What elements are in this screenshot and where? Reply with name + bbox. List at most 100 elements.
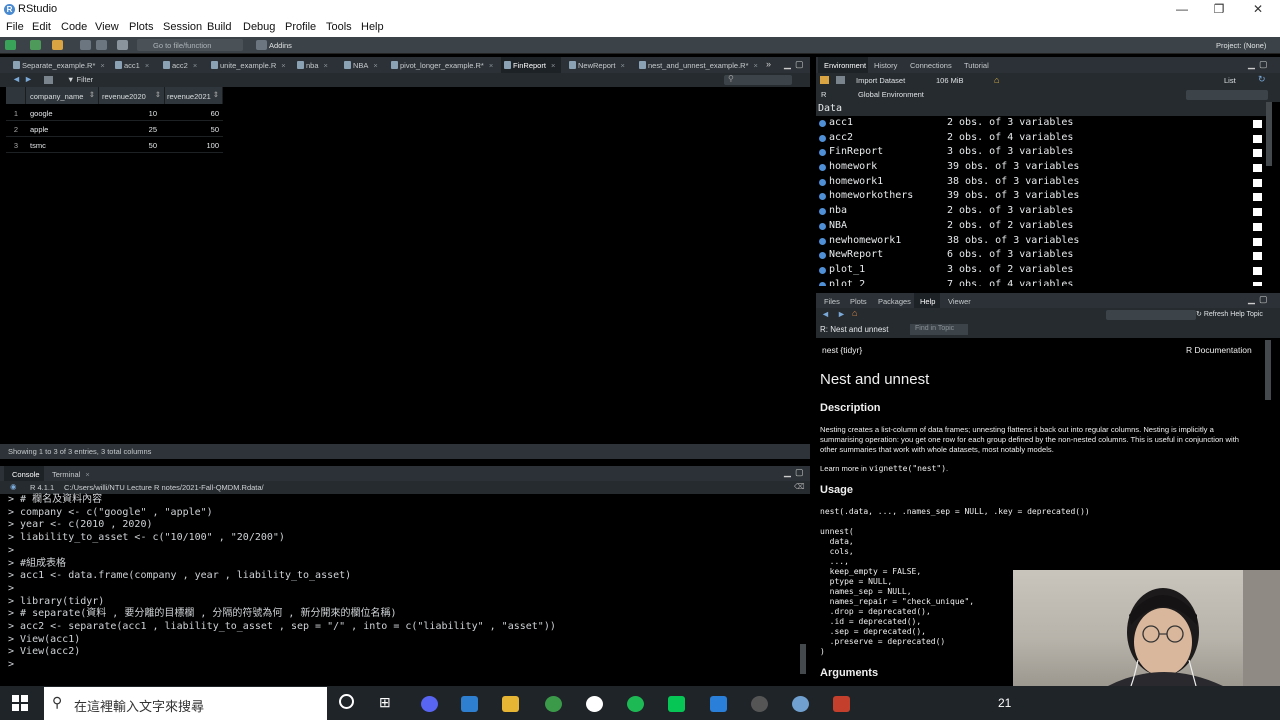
- forward-arrow-icon[interactable]: ►: [837, 309, 846, 319]
- close-tab-icon[interactable]: ×: [551, 61, 555, 70]
- env-scrollbar[interactable]: [1266, 102, 1272, 166]
- minimize-pane-icon[interactable]: ▁: [1248, 294, 1255, 305]
- steam-icon[interactable]: [751, 696, 768, 712]
- goto-file-input[interactable]: Go to file/function: [137, 39, 243, 51]
- view-data-icon[interactable]: [1253, 193, 1262, 202]
- cortana-icon[interactable]: [339, 694, 354, 709]
- maximize-pane-icon[interactable]: ▢: [795, 59, 804, 70]
- view-data-icon[interactable]: [1253, 208, 1262, 217]
- view-data-icon[interactable]: [1253, 222, 1262, 231]
- close-tab-icon[interactable]: ×: [621, 61, 625, 70]
- environment-scope-select[interactable]: Global Environment: [858, 90, 924, 99]
- close-tab-icon[interactable]: ×: [281, 61, 285, 70]
- tab-unite-example[interactable]: unite_example.R ×: [208, 57, 286, 73]
- list-item[interactable]: NBA 2 obs. of 2 variables: [816, 219, 1266, 234]
- tab-nba-lower[interactable]: nba ×: [294, 57, 328, 73]
- workspace-panes-icon[interactable]: [256, 40, 267, 50]
- save-icon[interactable]: [80, 40, 91, 50]
- tab-packages[interactable]: Packages: [872, 293, 911, 309]
- menu-code[interactable]: Code: [61, 21, 87, 33]
- view-data-icon[interactable]: [1253, 164, 1262, 173]
- help-scrollbar[interactable]: [1265, 340, 1271, 400]
- column-header-company-name[interactable]: company_name ⇕: [26, 87, 99, 104]
- menu-view[interactable]: View: [95, 21, 119, 33]
- list-item[interactable]: homework1 38 obs. of 3 variables: [816, 175, 1266, 190]
- tab-tutorial[interactable]: Tutorial: [958, 57, 989, 73]
- tab-nest-unnest-example[interactable]: nest_and_unnest_example.R* ×: [636, 57, 758, 73]
- tab-console[interactable]: Console: [4, 466, 44, 482]
- help-search-input[interactable]: [1106, 310, 1196, 320]
- clear-console-icon[interactable]: ⌫: [794, 482, 805, 491]
- tab-newreport[interactable]: NewReport ×: [566, 57, 625, 73]
- column-header-revenue2020[interactable]: revenue2020 ⇕: [99, 87, 165, 104]
- task-view-icon[interactable]: ⊞: [379, 694, 391, 711]
- expand-icon[interactable]: [819, 134, 826, 142]
- list-item[interactable]: acc1 2 obs. of 3 variables: [816, 116, 1266, 131]
- view-data-icon[interactable]: [1253, 149, 1262, 158]
- expand-icon[interactable]: [819, 120, 826, 127]
- close-tab-icon[interactable]: ×: [324, 61, 328, 70]
- menu-profile[interactable]: Profile: [285, 21, 316, 33]
- maximize-pane-icon[interactable]: ▢: [795, 467, 804, 478]
- close-tab-icon[interactable]: ×: [100, 61, 104, 70]
- refresh-help-button[interactable]: ↻ Refresh Help Topic: [1196, 310, 1263, 318]
- powerpoint-icon[interactable]: [833, 696, 850, 712]
- tab-plots[interactable]: Plots: [844, 293, 867, 309]
- list-item[interactable]: homework 39 obs. of 3 variables: [816, 160, 1266, 175]
- sort-icon[interactable]: ⇕: [89, 90, 95, 99]
- sort-icon[interactable]: ⇕: [213, 90, 219, 99]
- mail-icon[interactable]: [461, 696, 478, 712]
- list-item[interactable]: homeworkothers 39 obs. of 3 variables: [816, 189, 1266, 204]
- expand-icon[interactable]: [819, 164, 826, 172]
- minimize-pane-icon[interactable]: ▁: [1248, 59, 1255, 70]
- view-data-icon[interactable]: [1253, 252, 1262, 261]
- save-workspace-icon[interactable]: [836, 76, 845, 84]
- back-arrow-icon[interactable]: ◄: [12, 74, 21, 84]
- expand-icon[interactable]: [819, 281, 826, 286]
- help-topic-select[interactable]: R: Nest and unnest: [820, 325, 888, 334]
- refresh-icon[interactable]: ↻: [1258, 74, 1266, 85]
- view-data-icon[interactable]: [1253, 237, 1262, 246]
- view-data-icon[interactable]: [1253, 120, 1262, 128]
- view-data-icon[interactable]: [1253, 178, 1262, 187]
- console-scrollbar[interactable]: [800, 644, 806, 674]
- close-tab-icon[interactable]: ×: [754, 61, 758, 70]
- env-search-input[interactable]: [1186, 90, 1268, 100]
- broom-icon[interactable]: ⌂: [994, 75, 999, 85]
- find-in-topic-input[interactable]: Find in Topic: [910, 324, 968, 335]
- tab-separate-example[interactable]: Separate_example.R* ×: [10, 57, 105, 73]
- minimize-pane-icon[interactable]: ▁: [784, 59, 791, 70]
- spotify-icon[interactable]: [627, 696, 644, 712]
- vignette-link[interactable]: vignette("nest"): [869, 464, 946, 473]
- new-project-icon[interactable]: [30, 40, 41, 50]
- list-item[interactable]: plot_1 3 obs. of 2 variables: [816, 263, 1266, 278]
- tab-pivot-longer-example[interactable]: pivot_longer_example.R* ×: [388, 57, 493, 73]
- console-prompt[interactable]: >: [0, 659, 810, 672]
- view-data-icon[interactable]: [1253, 266, 1262, 275]
- file-explorer-icon[interactable]: [502, 696, 519, 712]
- popout-icon[interactable]: [44, 76, 53, 84]
- import-dataset-button[interactable]: Import Dataset: [856, 76, 905, 85]
- menu-debug[interactable]: Debug: [243, 21, 275, 33]
- close-tab-icon[interactable]: ×: [193, 61, 197, 70]
- column-header-revenue2021[interactable]: revenue2021 ⇕: [165, 87, 223, 104]
- expand-icon[interactable]: [819, 149, 826, 157]
- search-input[interactable]: ⚲: [724, 74, 792, 85]
- project-menu[interactable]: Project: (None): [1216, 41, 1266, 50]
- tab-history[interactable]: History: [868, 57, 897, 73]
- load-workspace-icon[interactable]: [820, 76, 829, 84]
- tab-acc1[interactable]: acc1 ×: [112, 57, 149, 73]
- chrome-icon[interactable]: [545, 696, 562, 712]
- menu-plots[interactable]: Plots: [129, 21, 153, 33]
- list-item[interactable]: newhomework1 38 obs. of 3 variables: [816, 234, 1266, 249]
- list-item[interactable]: plot_2 7 obs. of 4 variables: [816, 278, 1266, 286]
- app-u-icon[interactable]: [710, 696, 727, 712]
- minimize-button[interactable]: —: [1162, 2, 1202, 16]
- taskbar-search-input[interactable]: ⚲ 在這裡輸入文字來搜尋: [44, 687, 327, 720]
- line-icon[interactable]: [668, 696, 685, 712]
- list-item[interactable]: acc2 2 obs. of 4 variables: [816, 131, 1266, 146]
- menu-tools[interactable]: Tools: [326, 21, 352, 33]
- expand-icon[interactable]: [819, 208, 826, 216]
- menu-session[interactable]: Session: [163, 21, 202, 33]
- language-select[interactable]: R: [821, 90, 826, 99]
